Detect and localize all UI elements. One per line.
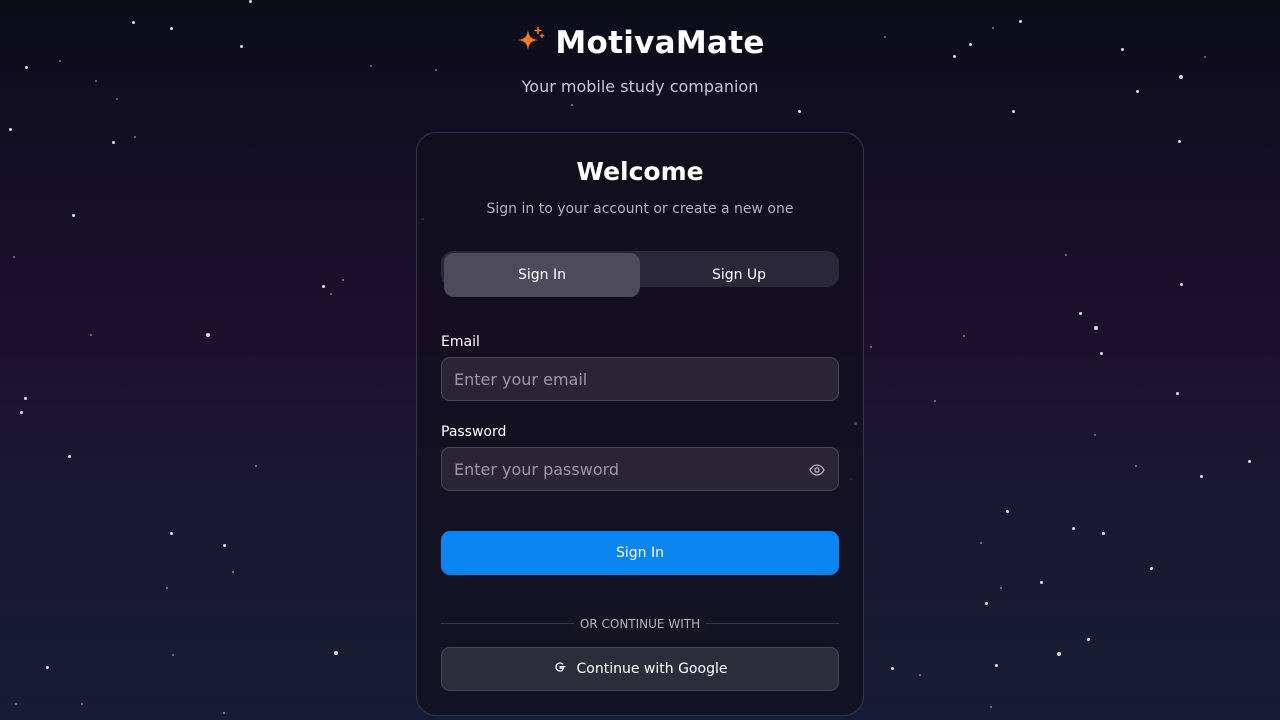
star (984, 601, 988, 605)
star (994, 663, 998, 667)
star (1000, 587, 1002, 589)
tab-sign-in[interactable]: Sign In (444, 253, 640, 297)
star (1039, 580, 1043, 584)
star (1149, 566, 1153, 570)
star (1065, 254, 1067, 256)
star (1071, 526, 1075, 530)
brand-header: MotivaMate (0, 24, 1280, 62)
star (111, 140, 115, 144)
star (1086, 637, 1090, 641)
star (24, 65, 28, 69)
star (172, 654, 174, 656)
card-title: Welcome (576, 157, 704, 186)
email-field[interactable] (442, 358, 838, 400)
star (71, 213, 75, 217)
google-icon (553, 660, 567, 678)
password-field-wrapper (441, 447, 839, 491)
tab-sign-up[interactable]: Sign Up (641, 255, 837, 295)
email-field-wrapper (441, 357, 839, 401)
star (890, 666, 894, 670)
star (116, 98, 118, 100)
star (435, 69, 437, 71)
card-subtitle: Sign in to your account or create a new … (486, 201, 794, 217)
divider-text: OR CONTINUE WITH (574, 615, 706, 633)
star (919, 674, 921, 676)
star (334, 651, 338, 655)
google-sign-in-button[interactable]: Continue with Google (441, 647, 839, 691)
star (963, 335, 965, 337)
star (8, 127, 12, 131)
star (223, 712, 225, 714)
star (1018, 19, 1022, 23)
star (1135, 465, 1137, 467)
star (1078, 311, 1082, 315)
star (1177, 139, 1181, 143)
star (13, 256, 15, 258)
sparkles-icon (515, 26, 545, 60)
star (1011, 109, 1015, 113)
star (1179, 282, 1183, 286)
star (1099, 351, 1103, 355)
star (797, 109, 801, 113)
star (1199, 474, 1203, 478)
app-tagline: Your mobile study companion (521, 77, 759, 96)
star (90, 334, 92, 336)
star (1057, 652, 1061, 656)
star (222, 543, 226, 547)
star (1094, 326, 1098, 330)
star (169, 531, 173, 535)
star (19, 410, 23, 414)
email-label: Email (441, 334, 480, 350)
star (321, 284, 325, 288)
star (1005, 509, 1009, 513)
star (342, 279, 344, 281)
auth-tabs: Sign In Sign Up (441, 251, 839, 297)
star (23, 396, 27, 400)
star (134, 136, 136, 138)
star (370, 65, 372, 67)
star (1175, 391, 1179, 395)
star (571, 104, 573, 106)
star (166, 587, 168, 589)
star (1101, 531, 1105, 535)
star (206, 333, 210, 337)
star (990, 706, 992, 708)
star (248, 0, 252, 3)
star (15, 703, 17, 705)
star (1247, 459, 1251, 463)
password-field[interactable] (442, 448, 838, 490)
star (330, 293, 332, 295)
app-name: MotivaMate (555, 25, 765, 61)
google-button-label: Continue with Google (576, 661, 728, 677)
star (232, 571, 234, 573)
star (980, 542, 982, 544)
auth-card: Welcome Sign in to your account or creat… (416, 132, 864, 716)
star (255, 465, 257, 467)
star (1094, 434, 1096, 436)
eye-icon[interactable] (808, 461, 826, 479)
star (67, 454, 71, 458)
star (870, 346, 872, 348)
password-label: Password (441, 424, 507, 440)
sign-in-button[interactable]: Sign In (441, 531, 839, 575)
star (934, 400, 936, 402)
star (45, 665, 49, 669)
star (81, 703, 83, 705)
